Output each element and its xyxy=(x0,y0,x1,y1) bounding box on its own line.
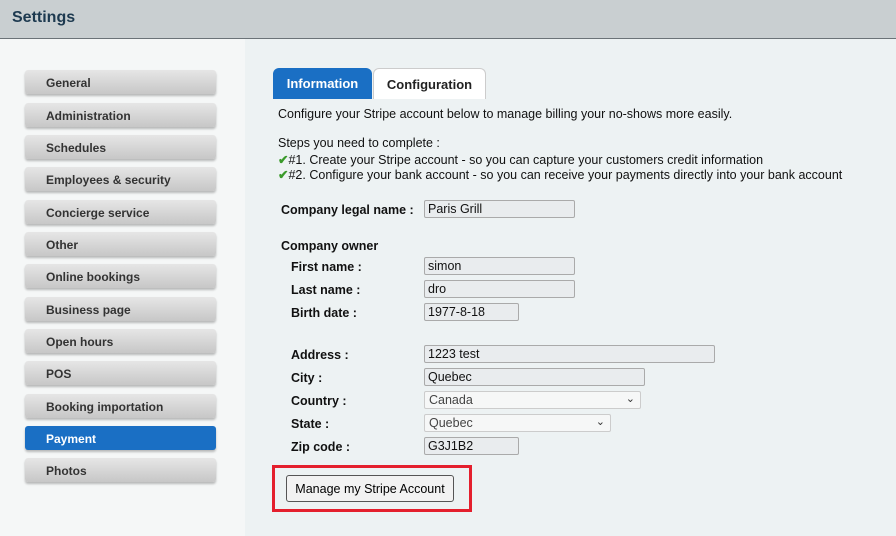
step-2: ✔#2. Configure your bank account - so yo… xyxy=(278,167,842,182)
manage-stripe-account-button[interactable]: Manage my Stripe Account xyxy=(286,475,454,502)
checkmark-icon: ✔ xyxy=(278,153,289,167)
last-name-label: Last name : xyxy=(291,283,361,297)
birth-date-label: Birth date : xyxy=(291,306,357,320)
company-owner-heading: Company owner xyxy=(281,239,379,253)
city-label: City : xyxy=(291,371,323,385)
header-bar: Settings xyxy=(0,0,896,39)
sidebar-item-administration[interactable]: Administration xyxy=(25,103,216,127)
chevron-down-icon: ⌄ xyxy=(625,393,635,405)
last-name-input[interactable]: dro xyxy=(424,280,575,298)
checkmark-icon: ✔ xyxy=(278,168,289,182)
state-select[interactable]: Quebec ⌄ xyxy=(424,414,611,432)
address-label: Address : xyxy=(291,348,349,362)
sidebar-item-pos[interactable]: POS xyxy=(25,361,216,385)
chevron-down-icon: ⌄ xyxy=(595,416,605,428)
state-value: Quebec xyxy=(429,416,473,430)
zip-code-label: Zip code : xyxy=(291,440,351,454)
page-title: Settings xyxy=(12,9,76,26)
step-2-text: #2. Configure your bank account - so you… xyxy=(288,168,843,182)
sidebar-item-employees-security[interactable]: Employees & security xyxy=(25,167,216,191)
step-1: ✔#1. Create your Stripe account - so you… xyxy=(278,152,763,167)
sidebar-item-payment[interactable]: Payment xyxy=(25,426,216,450)
sidebar-item-business-page[interactable]: Business page xyxy=(25,297,216,321)
company-legal-name-label: Company legal name : xyxy=(281,203,414,217)
country-value: Canada xyxy=(429,393,473,407)
sidebar-item-schedules[interactable]: Schedules xyxy=(25,135,216,159)
steps-title: Steps you need to complete : xyxy=(278,136,440,150)
address-input[interactable]: 1223 test xyxy=(424,345,715,363)
sidebar-item-concierge-service[interactable]: Concierge service xyxy=(25,200,216,224)
sidebar-item-photos[interactable]: Photos xyxy=(25,458,216,482)
first-name-label: First name : xyxy=(291,260,362,274)
country-select[interactable]: Canada ⌄ xyxy=(424,391,641,409)
tab-information[interactable]: Information xyxy=(273,68,372,99)
step-1-text: #1. Create your Stripe account - so you … xyxy=(288,153,764,167)
sidebar-item-general[interactable]: General xyxy=(25,70,216,94)
state-label: State : xyxy=(291,417,330,431)
sidebar-item-booking-importation[interactable]: Booking importation xyxy=(25,394,216,418)
zip-code-input[interactable]: G3J1B2 xyxy=(424,437,519,455)
tab-configuration[interactable]: Configuration xyxy=(373,68,486,99)
intro-text: Configure your Stripe account below to m… xyxy=(278,107,733,121)
company-legal-name-input[interactable]: Paris Grill xyxy=(424,200,575,218)
city-input[interactable]: Quebec xyxy=(424,368,645,386)
sidebar-item-open-hours[interactable]: Open hours xyxy=(25,329,216,353)
birth-date-input[interactable]: 1977-8-18 xyxy=(424,303,519,321)
first-name-input[interactable]: simon xyxy=(424,257,575,275)
sidebar-item-online-bookings[interactable]: Online bookings xyxy=(25,264,216,288)
country-label: Country : xyxy=(291,394,347,408)
sidebar-item-other[interactable]: Other xyxy=(25,232,216,256)
